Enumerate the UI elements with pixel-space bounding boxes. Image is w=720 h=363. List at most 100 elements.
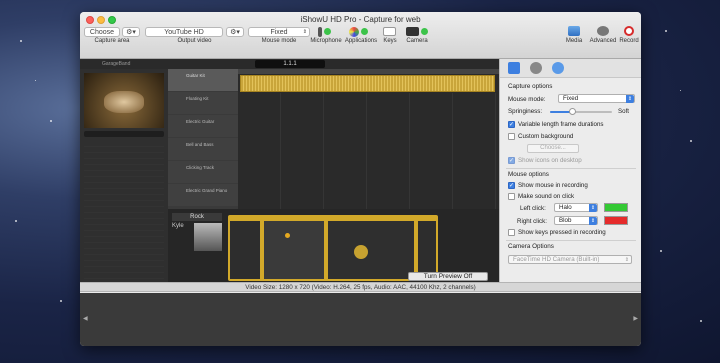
left-click-value: Halo (559, 204, 572, 211)
section-divider (506, 168, 636, 169)
track-header[interactable]: Electric Grand Piano (168, 184, 238, 206)
mouse-mode-value: Fixed (270, 29, 288, 36)
mouse-options-heading: Mouse options (508, 171, 549, 178)
camera-label: Camera (406, 38, 428, 44)
track-name: Guitar Kit (186, 73, 205, 78)
instrument-name: Rock (172, 213, 222, 221)
tab-audio-icon[interactable] (530, 62, 542, 74)
library-pane (80, 69, 168, 282)
show-mouse-checkbox[interactable]: ✓ (508, 182, 515, 189)
chevron-updown-icon: ⇕ (626, 95, 634, 103)
panel-tabs (500, 59, 641, 78)
empty-tracks (238, 93, 499, 209)
track-header[interactable]: Clicking Track (168, 161, 238, 183)
show-icons-checkbox[interactable]: ✓ (508, 157, 515, 164)
chevron-updown-icon: ⇕ (589, 217, 597, 225)
drummer-region-editor (228, 215, 438, 281)
make-sound-checkbox[interactable] (508, 193, 515, 200)
record-icon[interactable] (624, 26, 634, 36)
track-name: Electric Guitar (186, 119, 215, 124)
scroll-left-icon[interactable]: ◀ (83, 315, 88, 322)
capture-area-label: Capture area (94, 38, 130, 44)
chevron-updown-icon: ⇕ (624, 257, 629, 263)
microphone-label: Microphone (310, 38, 342, 44)
drum-kit-image (84, 73, 164, 128)
applications-label: Applications (344, 38, 378, 44)
camera-select-value: FaceTime HD Camera (Built-in) (513, 256, 600, 263)
media-label: Media (565, 38, 583, 44)
drummer-region[interactable] (240, 75, 495, 92)
window-title: iShowU HD Pro - Capture for web (300, 15, 421, 24)
xy-pad-puck[interactable] (285, 233, 290, 238)
microphone-toggle[interactable] (324, 28, 331, 35)
make-sound-label: Make sound on click (518, 193, 575, 200)
variable-length-checkbox[interactable]: ✓ (508, 121, 515, 128)
left-click-color-well[interactable] (604, 203, 628, 212)
show-keys-checkbox[interactable] (508, 229, 515, 236)
springiness-value: Soft (618, 108, 630, 115)
capture-preview[interactable]: 1.1.1 GarageBand Guitar Kit Floating Kit… (80, 59, 499, 282)
tab-help-icon[interactable] (552, 62, 564, 74)
custom-background-label: Custom background (518, 133, 574, 140)
track-headers: Guitar Kit Floating Kit Electric Guitar … (168, 69, 238, 209)
mouse-mode-label: Mouse mode (261, 38, 297, 44)
drum-kit-controls[interactable] (328, 221, 414, 279)
right-click-color-well[interactable] (604, 216, 628, 225)
advanced-icon[interactable] (597, 26, 609, 36)
track-name: Bell and Bass (186, 142, 214, 147)
status-bar: Video Size: 1280 x 720 (Video: H.264, 25… (80, 282, 641, 292)
xy-pad[interactable] (264, 221, 324, 279)
turn-preview-off-button[interactable]: Turn Preview Off (408, 272, 488, 281)
right-click-popup[interactable]: Blob ⇕ (554, 216, 598, 225)
capture-area-select[interactable]: Choose (84, 27, 120, 37)
capture-options-heading: Capture options (508, 83, 553, 90)
camera-options-heading: Camera Options (508, 243, 554, 250)
keyboard-icon[interactable] (383, 27, 396, 36)
fill-knobs[interactable] (418, 221, 436, 279)
right-click-value: Blob (559, 217, 572, 224)
options-panel: Capture options Mouse mode: Fixed ⇕ Sprin… (499, 59, 641, 282)
track-header[interactable]: Guitar Kit (168, 69, 238, 91)
left-click-popup[interactable]: Halo ⇕ (554, 203, 598, 212)
springiness-slider-thumb[interactable] (568, 108, 576, 115)
preset-list[interactable] (230, 221, 260, 279)
applications-toggle[interactable] (361, 28, 368, 35)
scroll-right-icon[interactable]: ▶ (633, 315, 638, 322)
chevron-updown-icon: ⇕ (589, 204, 597, 212)
track-header[interactable]: Floating Kit (168, 92, 238, 114)
track-header[interactable]: Bell and Bass (168, 138, 238, 160)
springiness-label: Springiness: (508, 108, 543, 115)
track-header[interactable]: Electric Guitar (168, 115, 238, 137)
show-keys-label: Show keys pressed in recording (518, 229, 606, 236)
capture-area-gear-button[interactable]: ⚙▾ (122, 27, 140, 37)
mouse-mode-popup[interactable]: Fixed ⇕ (558, 94, 635, 103)
output-video-gear-button[interactable]: ⚙▾ (226, 27, 244, 37)
preview-app-name: GarageBand (102, 61, 131, 67)
media-icon[interactable] (568, 26, 580, 36)
camera-select[interactable]: FaceTime HD Camera (Built-in) ⇕ (508, 255, 632, 264)
tab-capture-icon[interactable] (508, 62, 520, 74)
kick-drum-icon[interactable] (354, 245, 368, 259)
track-name: Electric Grand Piano (186, 188, 228, 193)
choose-background-button[interactable]: Choose... (527, 144, 579, 153)
variable-length-label: Variable length frame durations (518, 121, 604, 128)
toolbar: iShowU HD Pro - Capture for web Choose ⚙… (80, 12, 641, 59)
gear-icon: ⚙▾ (126, 29, 136, 36)
record-label: Record (619, 38, 639, 44)
camera-toggle[interactable] (421, 28, 428, 35)
springiness-slider[interactable] (550, 108, 612, 115)
mouse-mode-select[interactable]: Fixed ⇕ (248, 27, 310, 37)
mouse-mode-popup-value: Fixed (563, 95, 579, 102)
camera-icon[interactable] (406, 27, 419, 36)
arrangement-area[interactable] (238, 69, 499, 209)
gear-icon: ⚙▾ (230, 29, 240, 36)
drummer-photo (194, 223, 222, 251)
output-video-select[interactable]: YouTube HD (145, 27, 223, 37)
media-timeline[interactable]: ◀ ▶ (80, 293, 641, 346)
custom-background-checkbox[interactable] (508, 133, 515, 140)
microphone-icon[interactable] (318, 27, 322, 37)
keys-label: Keys (383, 38, 397, 44)
library-list[interactable] (84, 141, 164, 281)
applications-icon[interactable] (349, 27, 359, 37)
library-search[interactable] (84, 131, 164, 137)
